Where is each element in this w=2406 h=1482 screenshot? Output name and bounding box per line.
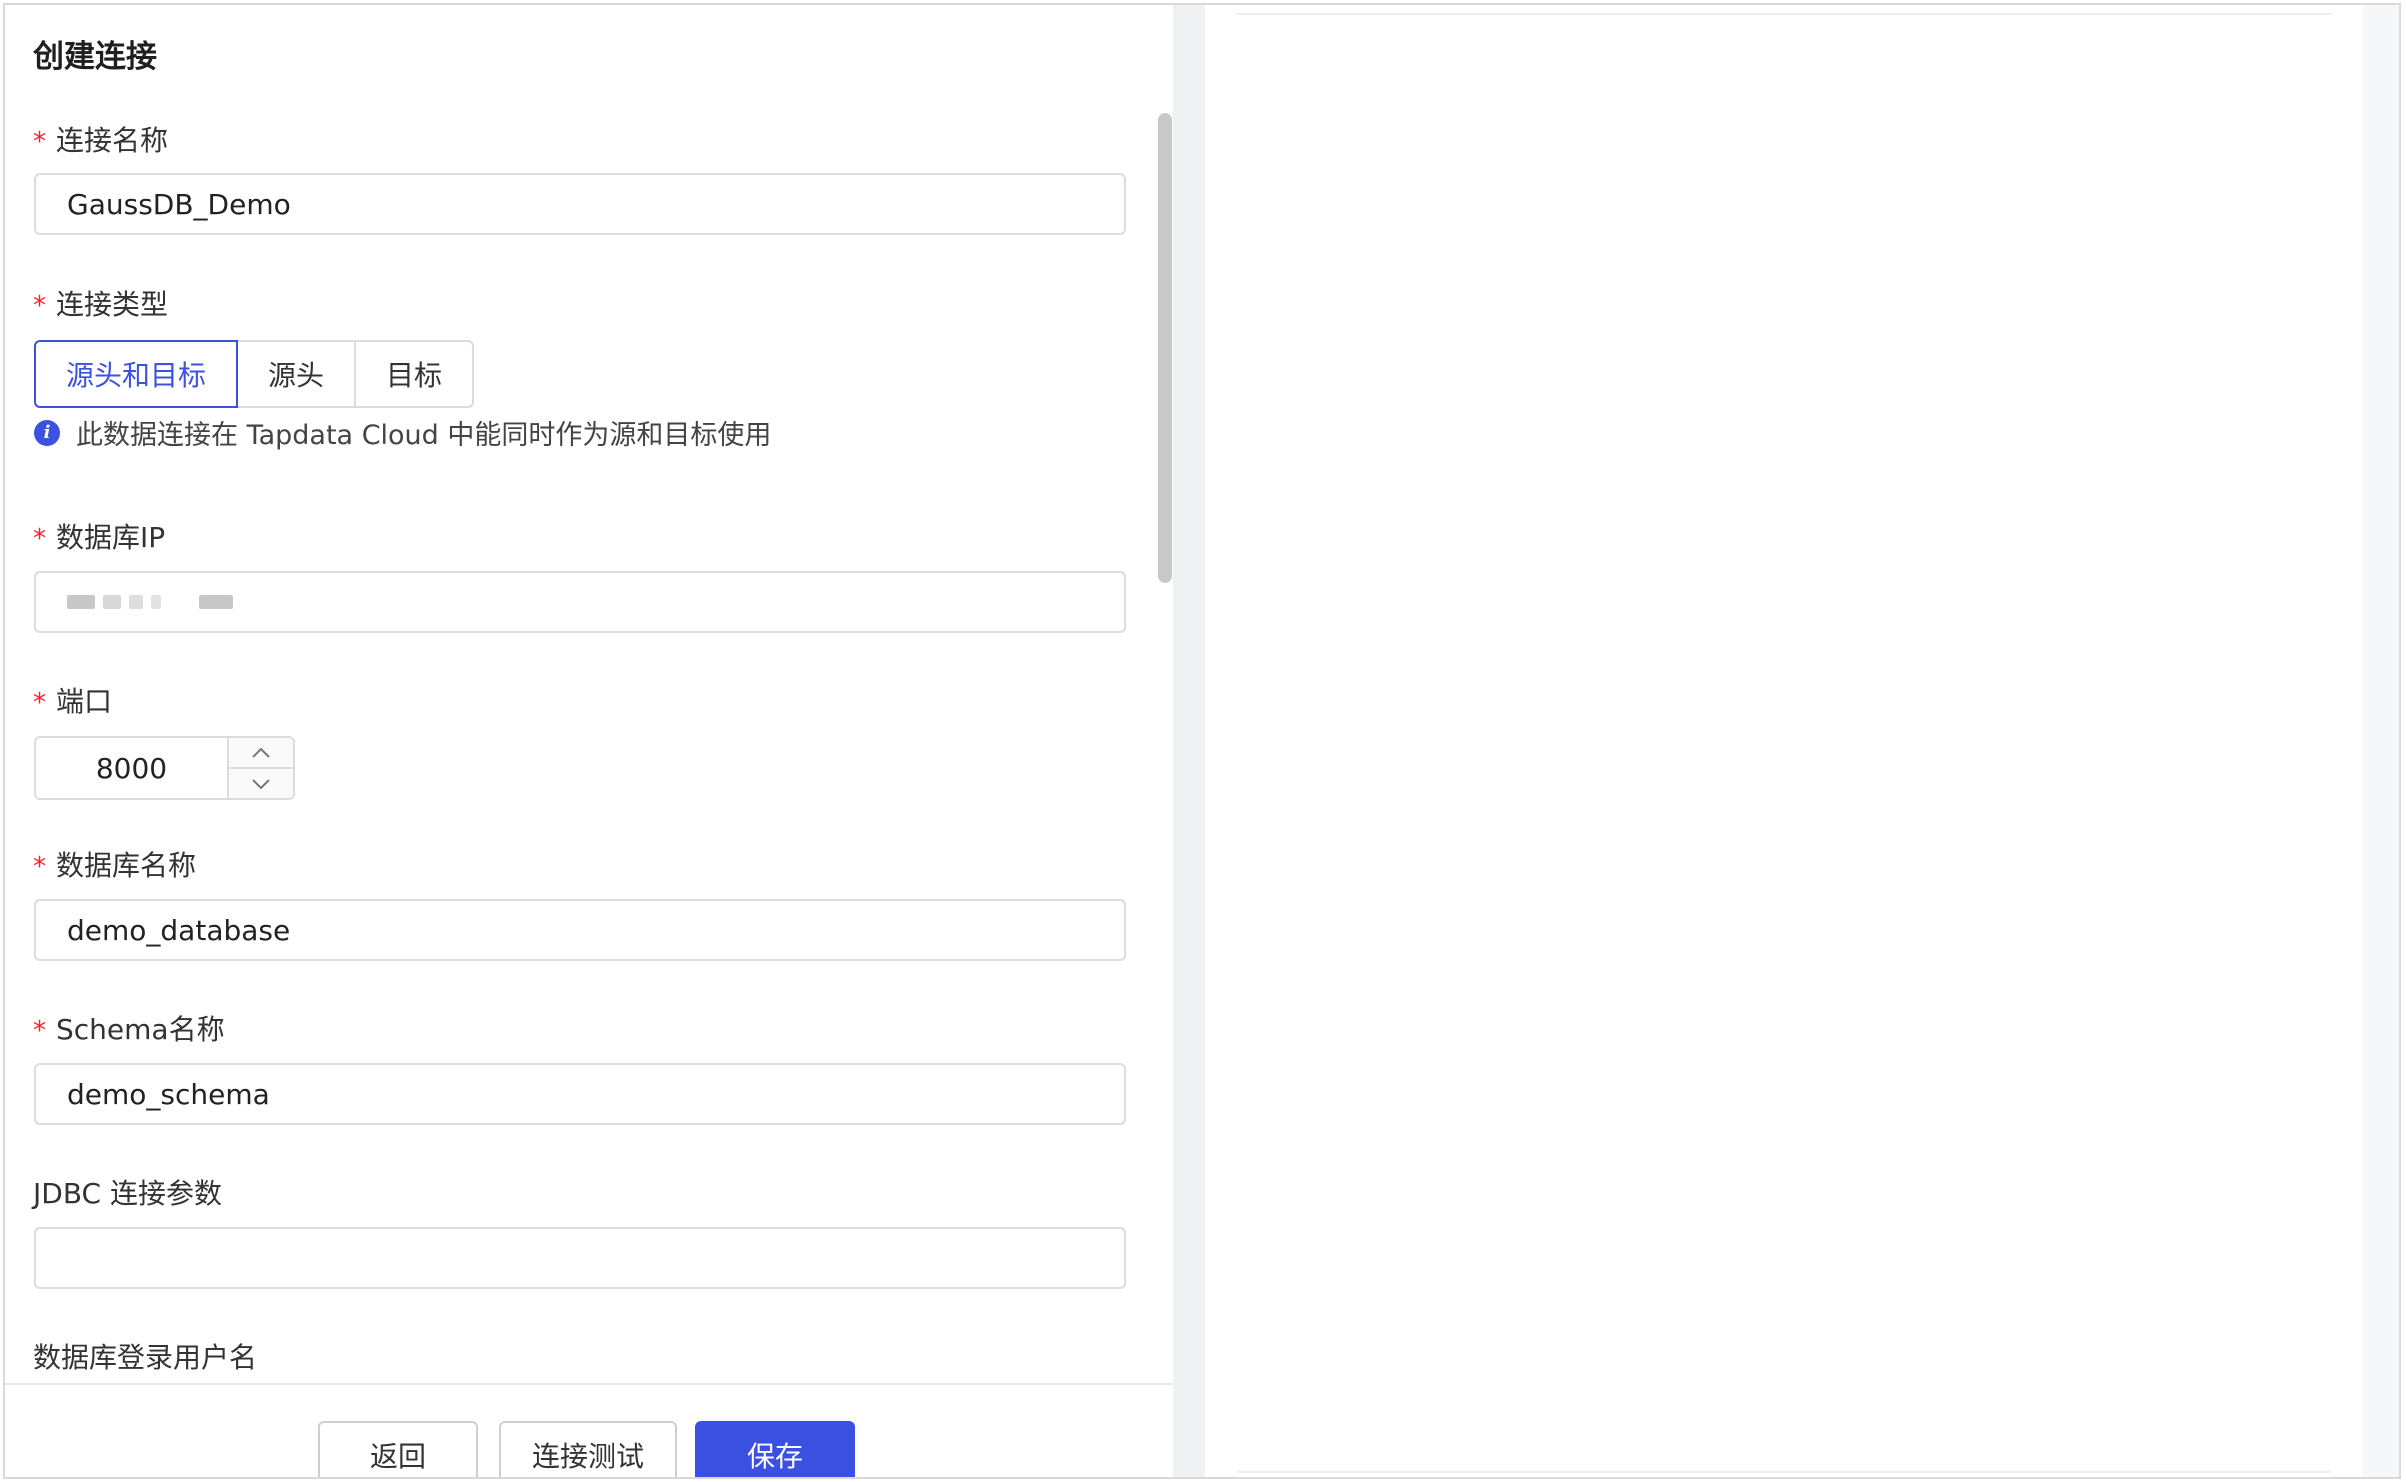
required-mark: *	[33, 688, 46, 718]
connection-name-label: * 连接名称	[33, 119, 168, 159]
port-value[interactable]: 8000	[36, 738, 227, 798]
connection-type-option-target[interactable]: 目标	[354, 340, 474, 408]
db-name-input[interactable]: demo_database	[34, 899, 1126, 961]
schema-name-label-text: Schema名称	[56, 1013, 225, 1046]
required-mark: *	[33, 127, 46, 157]
right-gutter	[2363, 5, 2399, 1477]
connection-type-segmented: 源头和目标 源头 目标	[34, 340, 474, 408]
info-icon: i	[34, 419, 60, 446]
schema-name-label: * Schema名称	[33, 1008, 225, 1048]
connection-form-panel: 创建连接 * 连接名称 GaussDB_Demo * 连接类型 源头和目标 源头 目…	[5, 5, 1173, 1477]
db-name-label: * 数据库名称	[33, 844, 196, 884]
db-ip-masked-value	[67, 595, 233, 609]
connection-type-label: * 连接类型	[33, 283, 168, 323]
db-user-label: 数据库登录用户名	[33, 1341, 258, 1374]
db-name-value: demo_database	[67, 913, 291, 947]
required-mark: *	[33, 1016, 46, 1046]
form-footer: 返回 连接测试 保存	[5, 1383, 1173, 1477]
connection-name-input[interactable]: GaussDB_Demo	[34, 173, 1126, 235]
port-label: * 端口	[33, 680, 112, 720]
save-button[interactable]: 保存	[695, 1421, 855, 1477]
required-mark: *	[33, 852, 46, 882]
schema-name-value: demo_schema	[67, 1077, 270, 1111]
right-doc-panel	[1205, 5, 2363, 1477]
port-label-text: 端口	[56, 685, 113, 718]
chevron-up-icon[interactable]	[229, 738, 293, 767]
connection-type-hint: i 此数据连接在 Tapdata Cloud 中能同时作为源和目标使用	[34, 413, 771, 452]
right-panel-top-border	[1237, 13, 2331, 15]
db-ip-input[interactable]	[34, 571, 1126, 633]
connection-name-value: GaussDB_Demo	[67, 187, 291, 221]
back-button[interactable]: 返回	[318, 1421, 478, 1477]
form-scrollbar-thumb[interactable]	[1158, 113, 1172, 583]
port-stepper[interactable]: 8000	[34, 736, 295, 800]
schema-name-input[interactable]: demo_schema	[34, 1063, 1126, 1125]
connection-type-option-source[interactable]: 源头	[236, 340, 356, 408]
port-stepper-controls	[227, 738, 293, 798]
connection-name-label-text: 连接名称	[56, 124, 169, 157]
db-ip-label: * 数据库IP	[33, 516, 165, 556]
db-name-label-text: 数据库名称	[56, 849, 197, 882]
create-connection-window: 创建连接 * 连接名称 GaussDB_Demo * 连接类型 源头和目标 源头 目…	[3, 3, 2401, 1479]
db-ip-label-text: 数据库IP	[56, 521, 166, 554]
required-mark: *	[33, 291, 46, 321]
test-connection-button[interactable]: 连接测试	[499, 1421, 677, 1477]
panel-divider	[1173, 5, 1205, 1477]
jdbc-params-label: JDBC 连接参数	[33, 1177, 222, 1210]
form-scroll-area[interactable]: 创建连接 * 连接名称 GaussDB_Demo * 连接类型 源头和目标 源头 目…	[5, 5, 1173, 1383]
page-title: 创建连接	[33, 39, 157, 75]
required-mark: *	[33, 524, 46, 554]
chevron-down-icon[interactable]	[229, 767, 293, 798]
connection-type-label-text: 连接类型	[56, 288, 169, 321]
right-panel-bottom-border	[1237, 1471, 2331, 1473]
jdbc-params-input[interactable]	[34, 1227, 1126, 1289]
connection-type-hint-text: 此数据连接在 Tapdata Cloud 中能同时作为源和目标使用	[76, 420, 772, 451]
connection-type-option-source-and-target[interactable]: 源头和目标	[34, 340, 238, 408]
